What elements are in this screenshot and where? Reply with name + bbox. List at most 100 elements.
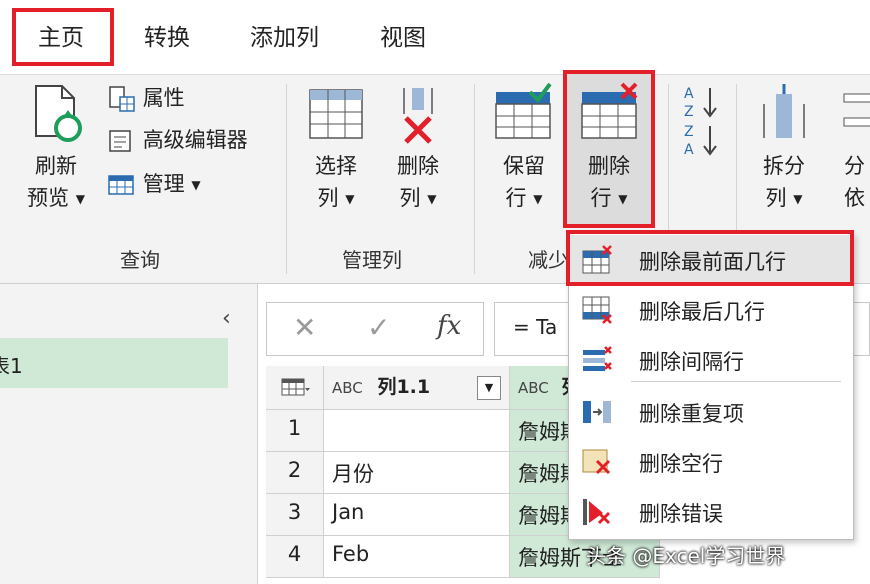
ribbon-tab-bar: 主页 转换 添加列 视图 bbox=[0, 0, 870, 74]
remove-bottom-rows-icon bbox=[582, 296, 612, 324]
collapse-pane-button[interactable]: ‹ bbox=[222, 306, 231, 331]
chevron-left-icon: ‹ bbox=[222, 306, 231, 331]
table-cell[interactable] bbox=[324, 410, 510, 452]
chevron-down-icon: ▼ bbox=[533, 192, 543, 206]
menu-item-label: 删除间隔行 bbox=[639, 350, 744, 374]
svg-text:Z: Z bbox=[684, 104, 694, 120]
svg-text:A: A bbox=[684, 86, 694, 102]
keep-rows-button[interactable]: 保留 行 ▼ bbox=[488, 80, 560, 230]
refresh-label-line2: 预览 bbox=[27, 186, 70, 210]
sort-descending-button[interactable]: Z A bbox=[682, 122, 722, 158]
menu-item-label: 删除重复项 bbox=[639, 402, 744, 426]
insert-function-button[interactable]: fx bbox=[437, 311, 461, 341]
data-type-icon: ABC bbox=[332, 379, 363, 397]
tab-view[interactable]: 视图 bbox=[380, 18, 426, 52]
group-by-icon bbox=[843, 93, 870, 127]
cancel-formula-button[interactable]: ✕ bbox=[293, 311, 316, 344]
menu-item-label: 删除空行 bbox=[639, 452, 723, 476]
remove-columns-label-line2: 列 bbox=[399, 186, 421, 210]
tab-add-column[interactable]: 添加列 bbox=[250, 18, 319, 52]
chevron-down-icon: ▼ bbox=[618, 192, 628, 206]
column-header-1[interactable]: ABC 列1.1 ▼ bbox=[324, 366, 510, 410]
advanced-editor-icon bbox=[109, 130, 131, 152]
group-separator bbox=[286, 84, 287, 274]
confirm-formula-button[interactable]: ✓ bbox=[367, 311, 390, 344]
table-cell[interactable]: Jan bbox=[324, 494, 510, 536]
select-columns-label-line2: 列 bbox=[317, 186, 339, 210]
select-columns-button[interactable]: 选择 列 ▼ bbox=[300, 80, 372, 230]
split-column-icon bbox=[763, 84, 805, 138]
group-label-reduce-rows: 减少 bbox=[528, 248, 568, 272]
row-number: 3 bbox=[266, 494, 324, 536]
keep-rows-label-line1: 保留 bbox=[503, 154, 545, 178]
remove-columns-label-line1: 删除 bbox=[397, 154, 439, 178]
data-type-icon: ABC bbox=[518, 379, 549, 397]
remove-columns-icon bbox=[403, 88, 433, 144]
remove-duplicates-icon bbox=[583, 401, 611, 423]
row-number: 2 bbox=[266, 452, 324, 494]
advanced-editor-button[interactable]: 高级编辑器 bbox=[106, 124, 248, 155]
select-columns-label-line1: 选择 bbox=[315, 154, 357, 178]
column-header-label: 列1.1 bbox=[377, 376, 431, 398]
menu-item-label: 删除最后几行 bbox=[639, 300, 765, 324]
formula-text: = Ta bbox=[513, 315, 558, 339]
advanced-editor-label: 高级编辑器 bbox=[142, 128, 248, 152]
table-icon bbox=[108, 175, 134, 195]
filter-dropdown-button[interactable]: ▼ bbox=[477, 376, 501, 400]
watermark: 头条 @Excel学习世界 bbox=[586, 544, 786, 568]
chevron-down-icon: ▼ bbox=[75, 192, 85, 206]
group-by-label-line2: 依 bbox=[844, 186, 865, 210]
properties-button[interactable]: 属性 bbox=[106, 82, 185, 113]
remove-rows-label-line2: 行 bbox=[590, 186, 612, 210]
remove-columns-button[interactable]: 删除 列 ▼ bbox=[382, 80, 454, 230]
remove-rows-label-line1: 删除 bbox=[588, 154, 630, 178]
menu-item-remove-errors[interactable]: 删除错误 bbox=[569, 487, 853, 537]
table-cell[interactable]: 月份 bbox=[324, 452, 510, 494]
refresh-preview-button[interactable]: 刷新 预览 ▼ bbox=[14, 80, 98, 230]
menu-item-remove-duplicates[interactable]: 删除重复项 bbox=[569, 387, 853, 437]
remove-blank-rows-icon bbox=[582, 449, 611, 475]
refresh-icon bbox=[35, 85, 82, 142]
tab-transform[interactable]: 转换 bbox=[144, 18, 190, 52]
chevron-down-icon: ▼ bbox=[484, 381, 494, 394]
group-by-label-line1: 分 bbox=[844, 154, 865, 178]
remove-errors-icon bbox=[583, 499, 611, 525]
menu-item-remove-bottom-rows[interactable]: 删除最后几行 bbox=[569, 285, 853, 335]
table-icon bbox=[281, 378, 310, 396]
remove-alternate-rows-icon bbox=[583, 346, 612, 371]
table-cell[interactable]: Feb bbox=[324, 536, 510, 578]
menu-item-remove-alternate-rows[interactable]: 删除间隔行 bbox=[569, 335, 853, 385]
function-icon: fx bbox=[437, 311, 462, 341]
keep-rows-label-line2: 行 bbox=[505, 186, 527, 210]
remove-rows-icon bbox=[581, 82, 638, 139]
group-label-manage-columns: 管理列 bbox=[342, 248, 402, 272]
split-column-button[interactable]: 拆分 列 ▼ bbox=[748, 80, 820, 230]
query-list-item[interactable]: 表1 bbox=[0, 338, 228, 388]
sort-ascending-icon: A Z bbox=[684, 86, 717, 120]
remove-rows-button[interactable]: 删除 行 ▼ bbox=[572, 80, 646, 226]
menu-item-remove-blank-rows[interactable]: 删除空行 bbox=[569, 437, 853, 487]
svg-text:A: A bbox=[684, 142, 694, 158]
close-icon: ✕ bbox=[293, 311, 317, 344]
tab-home-highlight bbox=[12, 8, 114, 66]
svg-text:Z: Z bbox=[684, 124, 694, 140]
table-options-button[interactable] bbox=[266, 366, 324, 410]
chevron-down-icon: ▼ bbox=[191, 178, 201, 192]
formula-buttons: ✕ ✓ fx bbox=[266, 302, 484, 356]
select-columns-icon bbox=[309, 89, 363, 139]
manage-button[interactable]: 管理 ▼ bbox=[106, 168, 201, 199]
group-label-query: 查询 bbox=[120, 248, 160, 272]
sort-ascending-button[interactable]: A Z bbox=[682, 84, 722, 120]
manage-label: 管理 bbox=[142, 172, 185, 196]
menu-item-highlight bbox=[566, 230, 854, 286]
queries-pane bbox=[0, 284, 258, 584]
row-number: 1 bbox=[266, 410, 324, 452]
chevron-down-icon: ▼ bbox=[793, 192, 803, 206]
query-name: 表1 bbox=[0, 354, 23, 378]
properties-icon bbox=[109, 86, 135, 112]
group-separator bbox=[474, 84, 475, 274]
chevron-down-icon: ▼ bbox=[427, 192, 437, 206]
group-by-button[interactable]: 分 依 bbox=[838, 80, 870, 230]
sort-descending-icon: Z A bbox=[684, 124, 717, 158]
split-column-label-line2: 列 bbox=[765, 186, 787, 210]
